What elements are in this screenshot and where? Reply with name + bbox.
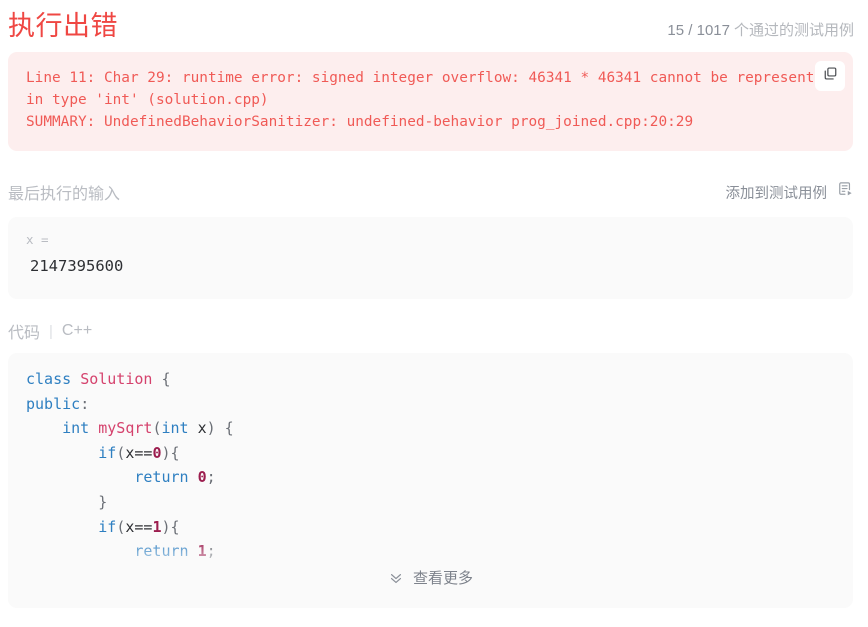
code-line: public: [26, 392, 835, 417]
code-token: public [26, 394, 81, 413]
code-token: ){ [161, 443, 180, 462]
code-token: Solution [80, 370, 162, 388]
input-variable-name: x = [26, 232, 49, 247]
copy-icon [823, 66, 838, 86]
code-token: 1 [197, 542, 207, 561]
result-header: 执行出错 15 / 1017 个通过的测试用例 [0, 0, 868, 52]
code-line: return 1; [26, 539, 835, 564]
add-to-testcase-icon [837, 181, 854, 203]
add-to-testcase-label: 添加到测试用例 [725, 185, 828, 202]
last-input-panel: x = 2147395600 [8, 217, 853, 299]
code-line: class Solution { [26, 367, 835, 392]
code-token: return [134, 542, 198, 561]
code-token: x== [125, 517, 153, 536]
passed-count: 15 / 1017 [667, 22, 730, 39]
testcase-counter-suffix: 个通过的测试用例 [733, 22, 854, 39]
code-token: if [98, 517, 117, 536]
code-token: class [26, 370, 81, 388]
code-header: 代码 | C++ [0, 309, 868, 353]
page-title: 执行出错 [8, 11, 118, 41]
code-label: 代码 [8, 325, 41, 342]
code-token: return [134, 468, 198, 487]
code-token: ) { [206, 419, 234, 438]
code-token: x [197, 419, 207, 438]
last-input-label: 最后执行的输入 [8, 186, 121, 203]
code-token: ){ [161, 517, 180, 536]
show-more-button[interactable]: 查看更多 [8, 567, 853, 588]
code-token: int [161, 419, 198, 438]
code-line: } [26, 490, 835, 515]
code-line: return 0; [26, 465, 835, 490]
code-token: ( [116, 443, 126, 462]
testcase-counter: 15 / 1017 个通过的测试用例 [667, 19, 854, 40]
code-language-name[interactable]: C++ [62, 322, 92, 340]
code-panel: class Solution {public: int mySqrt(int x… [8, 353, 853, 608]
code-token: mySqrt [98, 419, 153, 438]
last-input-header: 最后执行的输入 添加到测试用例 [0, 167, 868, 217]
code-line: if(x==1){ [26, 515, 835, 540]
code-token: int [62, 419, 99, 438]
error-message-text: Line 11: Char 29: runtime error: signed … [26, 70, 832, 130]
copy-error-button[interactable] [815, 61, 845, 91]
code-token: ( [116, 517, 126, 536]
code-token: x== [125, 443, 153, 462]
code-token: if [98, 443, 117, 462]
code-token: } [98, 492, 108, 511]
code-token: : [80, 394, 90, 413]
code-line: int mySqrt(int x) { [26, 416, 835, 441]
input-variable-value: 2147395600 [30, 257, 124, 275]
code-header-divider: | [49, 322, 53, 340]
code-token: ; [206, 542, 216, 561]
code-line: if(x==0){ [26, 441, 835, 466]
add-to-testcase-button[interactable]: 添加到测试用例 [726, 181, 855, 203]
code-block[interactable]: class Solution {public: int mySqrt(int x… [8, 353, 853, 564]
show-more-label: 查看更多 [412, 570, 473, 587]
double-chevron-down-icon [388, 570, 404, 586]
code-token: { [161, 370, 171, 388]
error-message-panel: Line 11: Char 29: runtime error: signed … [8, 52, 853, 151]
code-token: 0 [197, 468, 207, 487]
execution-result-page: 执行出错 15 / 1017 个通过的测试用例 Line 11: Char 29:… [0, 0, 868, 627]
code-language-group: 代码 | C++ [8, 319, 92, 343]
code-token: ; [206, 468, 216, 487]
